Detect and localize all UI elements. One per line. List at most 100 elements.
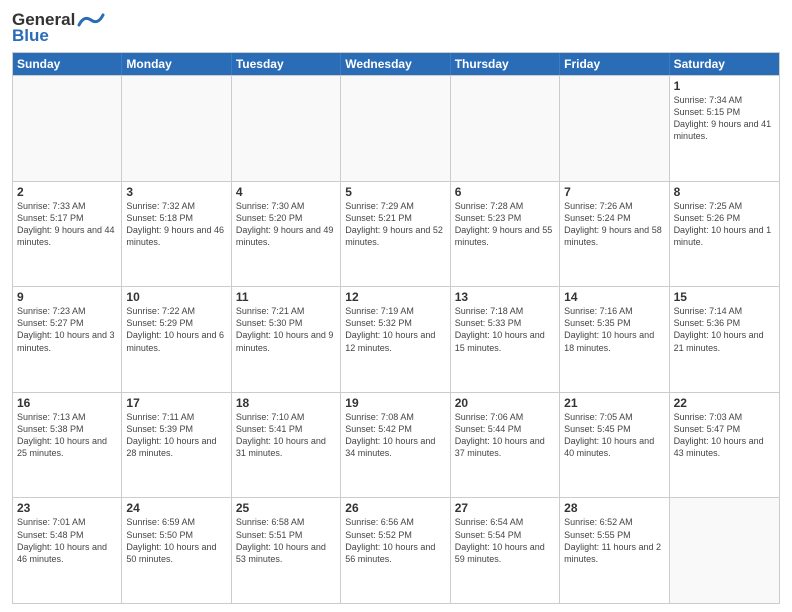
calendar-cell-empty-0-5 xyxy=(560,76,669,181)
header-day-wednesday: Wednesday xyxy=(341,53,450,75)
calendar-cell-12: 12Sunrise: 7:19 AM Sunset: 5:32 PM Dayli… xyxy=(341,287,450,392)
cell-day-number: 23 xyxy=(17,501,117,515)
cell-day-number: 28 xyxy=(564,501,664,515)
cell-day-number: 10 xyxy=(126,290,226,304)
logo-wave-icon xyxy=(77,11,105,29)
logo-blue: Blue xyxy=(12,26,49,46)
calendar-cell-4: 4Sunrise: 7:30 AM Sunset: 5:20 PM Daylig… xyxy=(232,182,341,287)
cell-day-number: 18 xyxy=(236,396,336,410)
calendar-cell-empty-4-6 xyxy=(670,498,779,603)
page: General Blue SundayMondayTuesdayWednesda… xyxy=(0,0,792,612)
cell-info: Sunrise: 7:29 AM Sunset: 5:21 PM Dayligh… xyxy=(345,200,445,249)
calendar-cell-27: 27Sunrise: 6:54 AM Sunset: 5:54 PM Dayli… xyxy=(451,498,560,603)
cell-info: Sunrise: 7:25 AM Sunset: 5:26 PM Dayligh… xyxy=(674,200,775,249)
cell-info: Sunrise: 7:11 AM Sunset: 5:39 PM Dayligh… xyxy=(126,411,226,460)
calendar-cell-empty-0-4 xyxy=(451,76,560,181)
cell-info: Sunrise: 6:59 AM Sunset: 5:50 PM Dayligh… xyxy=(126,516,226,565)
cell-info: Sunrise: 7:06 AM Sunset: 5:44 PM Dayligh… xyxy=(455,411,555,460)
cell-day-number: 15 xyxy=(674,290,775,304)
calendar-cell-15: 15Sunrise: 7:14 AM Sunset: 5:36 PM Dayli… xyxy=(670,287,779,392)
cell-day-number: 21 xyxy=(564,396,664,410)
calendar-row-3: 16Sunrise: 7:13 AM Sunset: 5:38 PM Dayli… xyxy=(13,392,779,498)
calendar-cell-9: 9Sunrise: 7:23 AM Sunset: 5:27 PM Daylig… xyxy=(13,287,122,392)
calendar-header-row: SundayMondayTuesdayWednesdayThursdayFrid… xyxy=(13,53,779,75)
cell-day-number: 19 xyxy=(345,396,445,410)
calendar-cell-5: 5Sunrise: 7:29 AM Sunset: 5:21 PM Daylig… xyxy=(341,182,450,287)
calendar-cell-23: 23Sunrise: 7:01 AM Sunset: 5:48 PM Dayli… xyxy=(13,498,122,603)
cell-day-number: 9 xyxy=(17,290,117,304)
cell-day-number: 17 xyxy=(126,396,226,410)
cell-info: Sunrise: 7:13 AM Sunset: 5:38 PM Dayligh… xyxy=(17,411,117,460)
cell-info: Sunrise: 6:52 AM Sunset: 5:55 PM Dayligh… xyxy=(564,516,664,565)
calendar-cell-18: 18Sunrise: 7:10 AM Sunset: 5:41 PM Dayli… xyxy=(232,393,341,498)
calendar-row-1: 2Sunrise: 7:33 AM Sunset: 5:17 PM Daylig… xyxy=(13,181,779,287)
logo: General Blue xyxy=(12,10,105,46)
cell-day-number: 5 xyxy=(345,185,445,199)
cell-day-number: 24 xyxy=(126,501,226,515)
calendar-cell-empty-0-0 xyxy=(13,76,122,181)
cell-info: Sunrise: 7:21 AM Sunset: 5:30 PM Dayligh… xyxy=(236,305,336,354)
calendar-cell-8: 8Sunrise: 7:25 AM Sunset: 5:26 PM Daylig… xyxy=(670,182,779,287)
cell-day-number: 22 xyxy=(674,396,775,410)
calendar-cell-6: 6Sunrise: 7:28 AM Sunset: 5:23 PM Daylig… xyxy=(451,182,560,287)
cell-day-number: 27 xyxy=(455,501,555,515)
header-day-sunday: Sunday xyxy=(13,53,122,75)
calendar-cell-28: 28Sunrise: 6:52 AM Sunset: 5:55 PM Dayli… xyxy=(560,498,669,603)
cell-day-number: 6 xyxy=(455,185,555,199)
cell-info: Sunrise: 6:58 AM Sunset: 5:51 PM Dayligh… xyxy=(236,516,336,565)
header-day-monday: Monday xyxy=(122,53,231,75)
calendar-cell-empty-0-1 xyxy=(122,76,231,181)
calendar-cell-14: 14Sunrise: 7:16 AM Sunset: 5:35 PM Dayli… xyxy=(560,287,669,392)
header-day-saturday: Saturday xyxy=(670,53,779,75)
cell-day-number: 14 xyxy=(564,290,664,304)
calendar-cell-22: 22Sunrise: 7:03 AM Sunset: 5:47 PM Dayli… xyxy=(670,393,779,498)
cell-day-number: 3 xyxy=(126,185,226,199)
calendar-cell-3: 3Sunrise: 7:32 AM Sunset: 5:18 PM Daylig… xyxy=(122,182,231,287)
calendar-row-4: 23Sunrise: 7:01 AM Sunset: 5:48 PM Dayli… xyxy=(13,497,779,603)
header-day-tuesday: Tuesday xyxy=(232,53,341,75)
cell-info: Sunrise: 7:23 AM Sunset: 5:27 PM Dayligh… xyxy=(17,305,117,354)
cell-info: Sunrise: 6:54 AM Sunset: 5:54 PM Dayligh… xyxy=(455,516,555,565)
header: General Blue xyxy=(12,10,780,46)
calendar-cell-empty-0-2 xyxy=(232,76,341,181)
cell-info: Sunrise: 7:30 AM Sunset: 5:20 PM Dayligh… xyxy=(236,200,336,249)
calendar-body: 1Sunrise: 7:34 AM Sunset: 5:15 PM Daylig… xyxy=(13,75,779,603)
cell-info: Sunrise: 7:01 AM Sunset: 5:48 PM Dayligh… xyxy=(17,516,117,565)
header-day-thursday: Thursday xyxy=(451,53,560,75)
cell-info: Sunrise: 7:16 AM Sunset: 5:35 PM Dayligh… xyxy=(564,305,664,354)
cell-info: Sunrise: 7:26 AM Sunset: 5:24 PM Dayligh… xyxy=(564,200,664,249)
calendar-cell-13: 13Sunrise: 7:18 AM Sunset: 5:33 PM Dayli… xyxy=(451,287,560,392)
cell-day-number: 4 xyxy=(236,185,336,199)
cell-info: Sunrise: 7:05 AM Sunset: 5:45 PM Dayligh… xyxy=(564,411,664,460)
cell-day-number: 11 xyxy=(236,290,336,304)
calendar-cell-empty-0-3 xyxy=(341,76,450,181)
cell-info: Sunrise: 7:08 AM Sunset: 5:42 PM Dayligh… xyxy=(345,411,445,460)
cell-day-number: 25 xyxy=(236,501,336,515)
calendar-cell-10: 10Sunrise: 7:22 AM Sunset: 5:29 PM Dayli… xyxy=(122,287,231,392)
cell-day-number: 8 xyxy=(674,185,775,199)
calendar-cell-20: 20Sunrise: 7:06 AM Sunset: 5:44 PM Dayli… xyxy=(451,393,560,498)
calendar-cell-21: 21Sunrise: 7:05 AM Sunset: 5:45 PM Dayli… xyxy=(560,393,669,498)
calendar: SundayMondayTuesdayWednesdayThursdayFrid… xyxy=(12,52,780,604)
calendar-cell-26: 26Sunrise: 6:56 AM Sunset: 5:52 PM Dayli… xyxy=(341,498,450,603)
calendar-cell-2: 2Sunrise: 7:33 AM Sunset: 5:17 PM Daylig… xyxy=(13,182,122,287)
cell-info: Sunrise: 7:14 AM Sunset: 5:36 PM Dayligh… xyxy=(674,305,775,354)
cell-info: Sunrise: 6:56 AM Sunset: 5:52 PM Dayligh… xyxy=(345,516,445,565)
cell-info: Sunrise: 7:19 AM Sunset: 5:32 PM Dayligh… xyxy=(345,305,445,354)
cell-day-number: 2 xyxy=(17,185,117,199)
cell-info: Sunrise: 7:10 AM Sunset: 5:41 PM Dayligh… xyxy=(236,411,336,460)
header-day-friday: Friday xyxy=(560,53,669,75)
cell-info: Sunrise: 7:33 AM Sunset: 5:17 PM Dayligh… xyxy=(17,200,117,249)
calendar-cell-17: 17Sunrise: 7:11 AM Sunset: 5:39 PM Dayli… xyxy=(122,393,231,498)
cell-day-number: 16 xyxy=(17,396,117,410)
calendar-cell-25: 25Sunrise: 6:58 AM Sunset: 5:51 PM Dayli… xyxy=(232,498,341,603)
calendar-cell-19: 19Sunrise: 7:08 AM Sunset: 5:42 PM Dayli… xyxy=(341,393,450,498)
cell-info: Sunrise: 7:18 AM Sunset: 5:33 PM Dayligh… xyxy=(455,305,555,354)
calendar-row-2: 9Sunrise: 7:23 AM Sunset: 5:27 PM Daylig… xyxy=(13,286,779,392)
calendar-cell-24: 24Sunrise: 6:59 AM Sunset: 5:50 PM Dayli… xyxy=(122,498,231,603)
cell-info: Sunrise: 7:22 AM Sunset: 5:29 PM Dayligh… xyxy=(126,305,226,354)
calendar-cell-7: 7Sunrise: 7:26 AM Sunset: 5:24 PM Daylig… xyxy=(560,182,669,287)
calendar-cell-16: 16Sunrise: 7:13 AM Sunset: 5:38 PM Dayli… xyxy=(13,393,122,498)
calendar-cell-11: 11Sunrise: 7:21 AM Sunset: 5:30 PM Dayli… xyxy=(232,287,341,392)
cell-info: Sunrise: 7:32 AM Sunset: 5:18 PM Dayligh… xyxy=(126,200,226,249)
